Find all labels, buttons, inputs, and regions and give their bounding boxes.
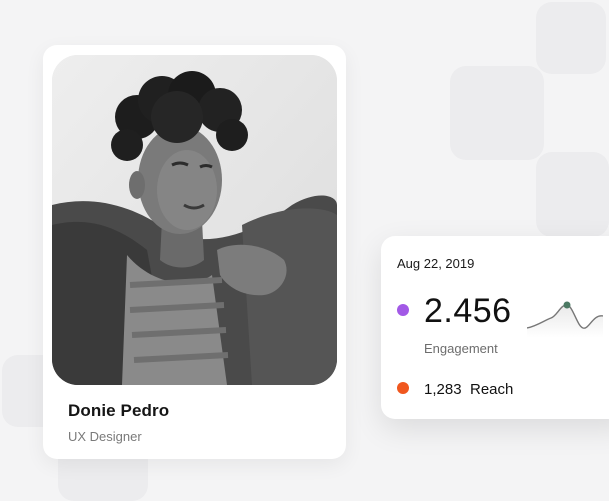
background-tile (450, 66, 544, 160)
profile-role: UX Designer (68, 429, 142, 444)
background-tile (536, 2, 606, 74)
engagement-label: Engagement (424, 341, 498, 356)
background-tile (536, 152, 609, 237)
engagement-sparkline (527, 301, 603, 338)
stats-date: Aug 22, 2019 (397, 256, 475, 271)
profile-card[interactable]: Donie Pedro UX Designer (43, 45, 346, 459)
sparkline-marker (563, 301, 571, 309)
engagement-value: 2.456 (424, 292, 512, 330)
profile-photo (52, 55, 337, 385)
reach-value: 1,283 (424, 381, 462, 398)
reach-dot-icon (397, 382, 409, 394)
reach-label: Reach (470, 381, 514, 398)
stats-card[interactable]: Aug 22, 2019 2.456 Engagement 1,283 Reac… (381, 236, 609, 419)
portrait-image (52, 55, 337, 385)
profile-name: Donie Pedro (68, 401, 170, 420)
engagement-dot-icon (397, 304, 409, 316)
